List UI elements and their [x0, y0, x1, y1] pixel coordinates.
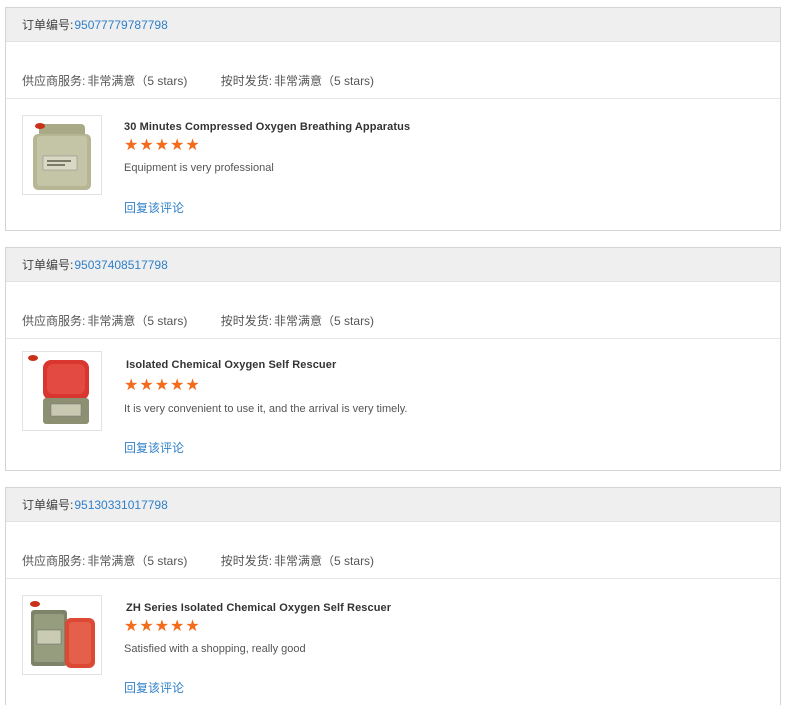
- product-image[interactable]: [22, 351, 102, 431]
- product-image[interactable]: [22, 595, 102, 675]
- reply-review-link[interactable]: 回复该评论: [124, 199, 184, 216]
- order-number-label: 订单编号:: [22, 258, 74, 272]
- on-time-delivery-label: 按时发货:: [220, 554, 273, 568]
- on-time-delivery-label: 按时发货:: [220, 74, 273, 88]
- rating-summary: 供应商服务: 非常满意（5 stars) 按时发货: 非常满意（5 stars): [6, 42, 780, 99]
- reply-review-link[interactable]: 回复该评论: [124, 439, 184, 456]
- order-number-label: 订单编号:: [22, 498, 74, 512]
- order-card: 订单编号: 95077779787798 供应商服务: 非常满意（5 stars)…: [5, 7, 781, 231]
- on-time-delivery-value: 非常满意（5 stars): [274, 314, 375, 328]
- supplier-service-value: 非常满意（5 stars): [87, 74, 188, 88]
- review-comment: Satisfied with a shopping, really good: [124, 643, 306, 655]
- rating-summary: 供应商服务: 非常满意（5 stars) 按时发货: 非常满意（5 stars): [6, 282, 780, 339]
- product-name[interactable]: Isolated Chemical Oxygen Self Rescuer: [126, 359, 336, 371]
- star-rating: ★★★★★: [124, 377, 201, 394]
- review-item: Isolated Chemical Oxygen Self Rescuer ★★…: [6, 339, 780, 470]
- on-time-delivery-label: 按时发货:: [220, 314, 273, 328]
- review-item: 30 Minutes Compressed Oxygen Breathing A…: [6, 99, 780, 230]
- on-time-delivery-value: 非常满意（5 stars): [274, 74, 375, 88]
- supplier-service-value: 非常满意（5 stars): [87, 554, 188, 568]
- order-number-label: 订单编号:: [22, 18, 74, 32]
- order-card: 订单编号: 95130331017798 供应商服务: 非常满意（5 stars)…: [5, 487, 781, 705]
- on-time-delivery-value: 非常满意（5 stars): [274, 554, 375, 568]
- order-header: 订单编号: 95130331017798: [6, 488, 780, 522]
- supplier-service-label: 供应商服务:: [22, 74, 86, 88]
- rating-summary: 供应商服务: 非常满意（5 stars) 按时发货: 非常满意（5 stars): [6, 522, 780, 579]
- supplier-service-value: 非常满意（5 stars): [87, 314, 188, 328]
- reply-review-link[interactable]: 回复该评论: [124, 679, 184, 696]
- order-number-link[interactable]: 95077779787798: [74, 18, 167, 32]
- supplier-service-label: 供应商服务:: [22, 554, 86, 568]
- order-header: 订单编号: 95077779787798: [6, 8, 780, 42]
- star-rating: ★★★★★: [124, 137, 201, 154]
- review-comment: Equipment is very professional: [124, 162, 274, 174]
- order-number-link[interactable]: 95130331017798: [74, 498, 167, 512]
- product-name[interactable]: ZH Series Isolated Chemical Oxygen Self …: [126, 602, 391, 614]
- order-card: 订单编号: 95037408517798 供应商服务: 非常满意（5 stars)…: [5, 247, 781, 471]
- product-name[interactable]: 30 Minutes Compressed Oxygen Breathing A…: [124, 121, 410, 133]
- review-item: ZH Series Isolated Chemical Oxygen Self …: [6, 579, 780, 705]
- order-number-link[interactable]: 95037408517798: [74, 258, 167, 272]
- review-comment: It is very convenient to use it, and the…: [124, 403, 408, 415]
- order-header: 订单编号: 95037408517798: [6, 248, 780, 282]
- supplier-service-label: 供应商服务:: [22, 314, 86, 328]
- star-rating: ★★★★★: [124, 618, 201, 635]
- product-image[interactable]: [22, 115, 102, 195]
